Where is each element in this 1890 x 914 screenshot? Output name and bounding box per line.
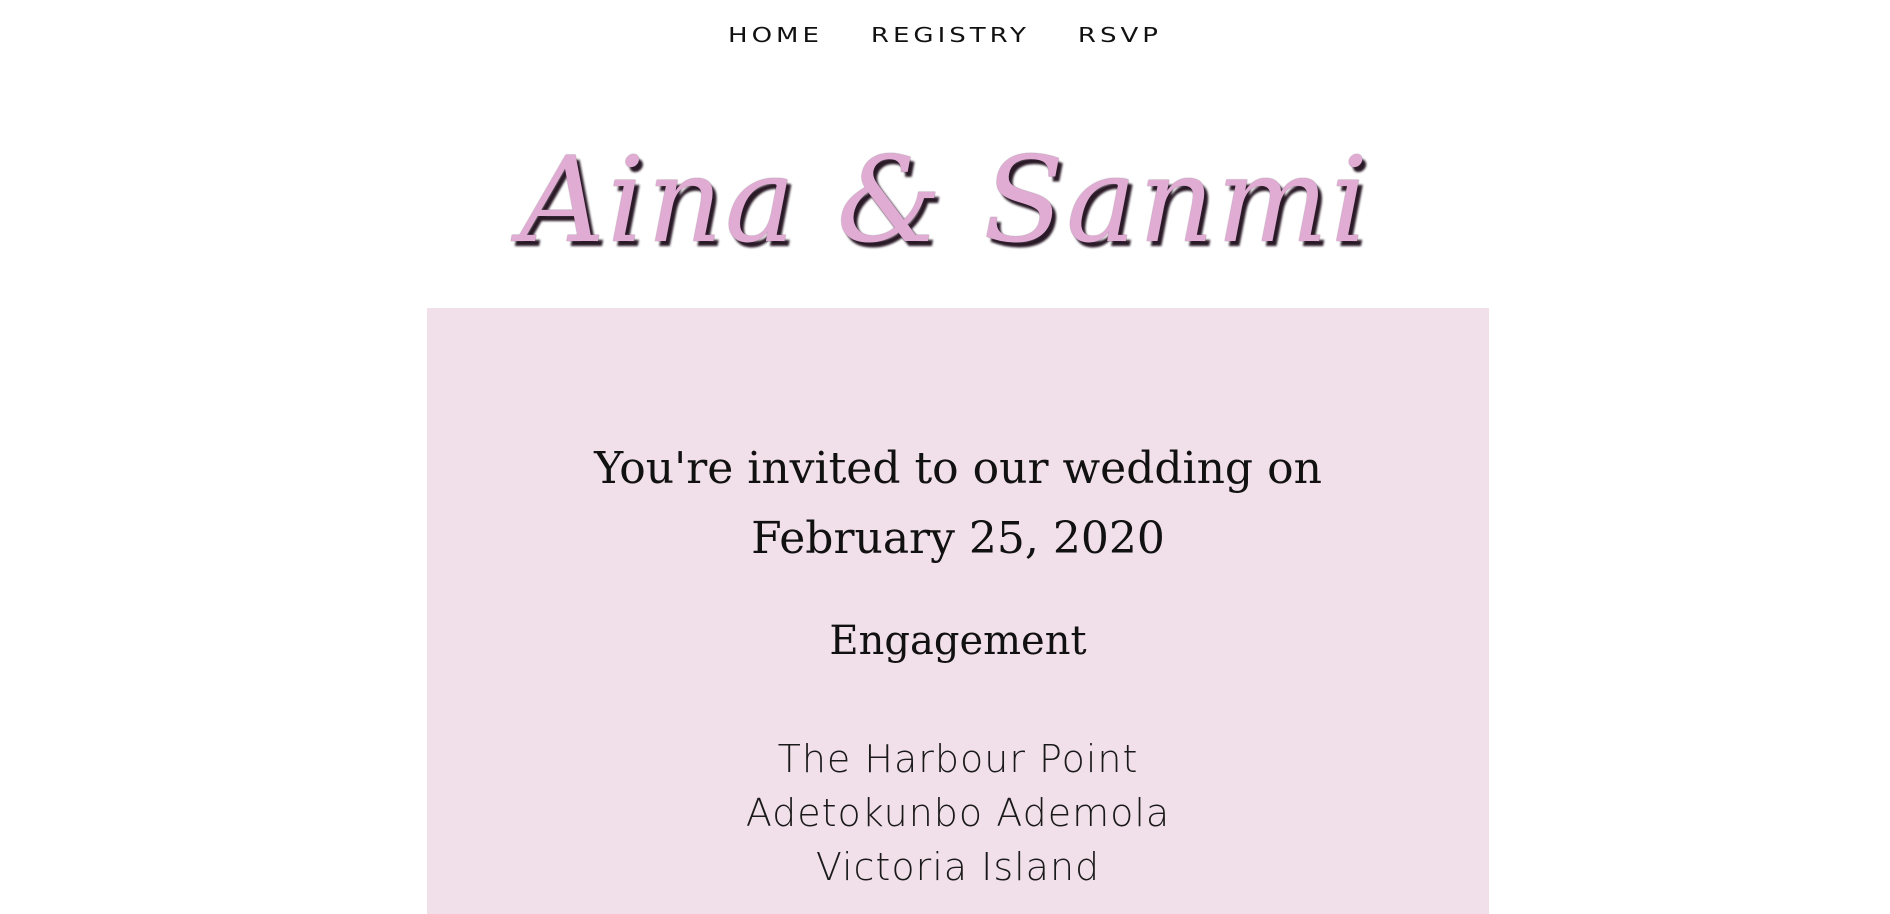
nav-rsvp-link[interactable]: RSVP (1076, 21, 1164, 51)
venue-line-1: The Harbour Point (777, 737, 1139, 781)
event-title: Engagement (829, 618, 1087, 664)
invitation-line-1: You're invited to our wedding on (594, 443, 1322, 494)
venue-address: The Harbour Point Adetokunbo Ademola Vic… (427, 732, 1489, 894)
top-nav: HOME REGISTRY RSVP (0, 0, 1890, 72)
wedding-date: February 25, 2020 (751, 513, 1165, 564)
nav-home-link[interactable]: HOME (726, 21, 825, 51)
invitation-card: You're invited to our wedding on Februar… (427, 308, 1489, 914)
nav-registry-link[interactable]: REGISTRY (869, 21, 1032, 51)
invitation-text: You're invited to our wedding on Februar… (427, 434, 1489, 574)
venue-line-3: Victoria Island (815, 845, 1101, 889)
page: HOME REGISTRY RSVP Aina & Sanmi You're i… (0, 0, 1890, 914)
couple-names-title: Aina & Sanmi (519, 131, 1371, 269)
venue-line-2: Adetokunbo Ademola (745, 791, 1171, 835)
